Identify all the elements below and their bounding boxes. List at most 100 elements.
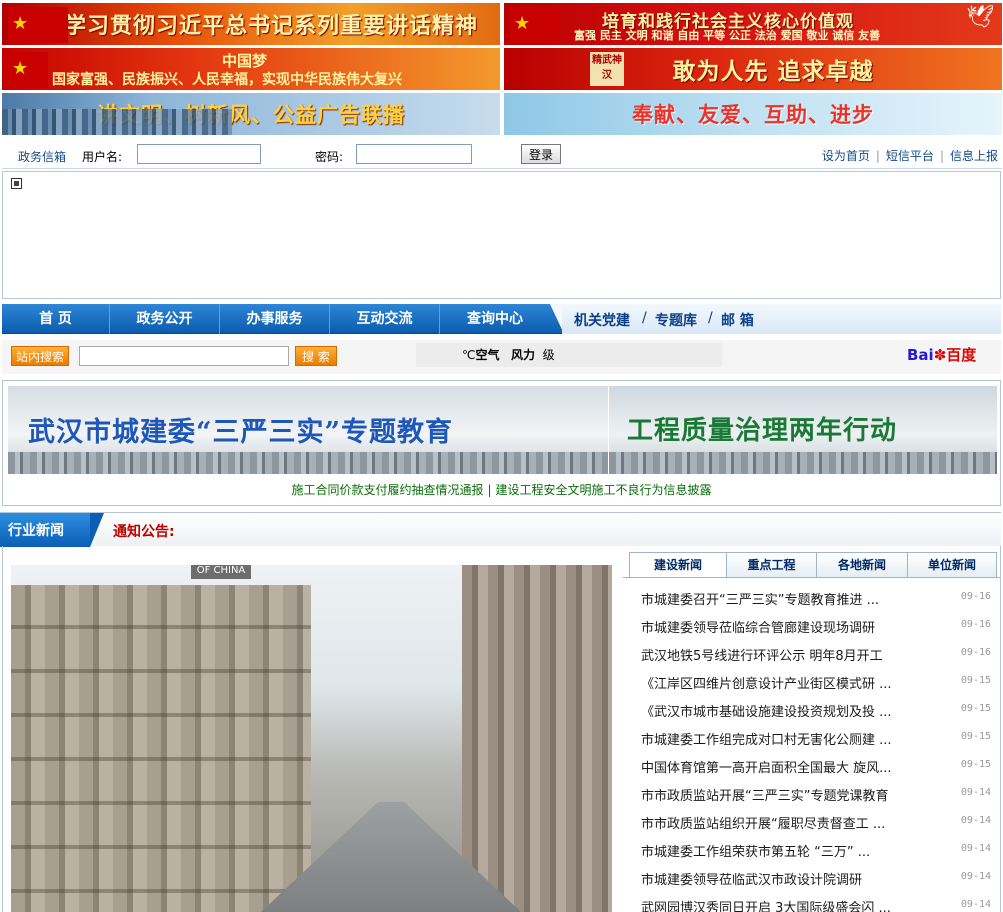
login-button[interactable]: 登录 — [521, 144, 561, 164]
nav-gov-affairs[interactable]: 政务公开 — [110, 304, 220, 334]
banner-china-dream[interactable]: ★ 中国梦 国家富强、民族振兴、人民幸福，实现中华民族伟大复兴 — [2, 48, 500, 90]
nav-mailbox[interactable]: 邮 箱 — [721, 310, 754, 330]
nav-extra: 机关党建 / 专题库 / 邮 箱 — [562, 304, 1001, 334]
list-item[interactable]: 武网园博汉秀同日开启 3大国际级盛会闪 ... 09-14 — [641, 892, 991, 912]
flag-icon: ★ — [8, 7, 68, 43]
list-item[interactable]: 市市政质监站开展“三严三实”专题党课教育 09-14 — [641, 780, 991, 808]
baidu-text: Bai — [907, 346, 934, 364]
username-input[interactable] — [137, 144, 261, 164]
tab-unit-news[interactable]: 单位新闻 — [907, 552, 997, 578]
news-title[interactable]: 中国体育馆第一高开启面积全国最大 旋风... — [641, 757, 931, 776]
feature-banner-education[interactable]: 武汉市城建委“三严三实”专题教育 — [8, 386, 608, 474]
banner-wuhan-spirit[interactable]: 精武神汉 敢为人先 追求卓越 — [504, 48, 1002, 90]
banner-civilization-ads[interactable]: 讲文明、树新风、公益广告联播 — [2, 93, 500, 135]
broken-plugin-icon — [11, 178, 22, 189]
feature-banner-quality[interactable]: 工程质量治理两年行动 — [609, 386, 997, 474]
news-photo[interactable]: OF CHINA — [11, 565, 612, 912]
industry-news-tab[interactable]: 行业新闻 — [0, 513, 104, 547]
username-label: 用户名: — [82, 150, 123, 164]
news-title[interactable]: 市城建委工作组完成对口村无害化公厕建 ... — [641, 729, 931, 748]
banner-text: 奉献、友爱、互助、进步 — [632, 102, 874, 127]
news-title[interactable]: 市市政质监站组织开展“履职尽责督查工 ... — [641, 813, 931, 832]
building-image — [11, 585, 311, 912]
safety-disclosure-link[interactable]: 建设工程安全文明施工不良行为信息披露 — [496, 483, 712, 497]
mailbox-label[interactable]: 政务信箱 — [18, 148, 66, 165]
list-item[interactable]: 市城建委工作组荣获市第五轮 “三万” ... 09-14 — [641, 836, 991, 864]
news-header: 行业新闻 通知公告: — [0, 512, 1001, 547]
news-title[interactable]: 武网园博汉秀同日开启 3大国际级盛会闪 ... — [641, 897, 931, 912]
page: ★ 学习贯彻习近平总书记系列重要讲话精神 ★ 培育和践行社会主义核心价值观 富强… — [0, 0, 1003, 912]
list-item[interactable]: 中国体育馆第一高开启面积全国最大 旋风... 09-15 — [641, 752, 991, 780]
news-title[interactable]: 武汉地铁5号线进行环评公示 明年8月开工 — [641, 645, 931, 664]
list-item[interactable]: 《武汉市城市基础设施建设投资规划及投 ... 09-15 — [641, 696, 991, 724]
nav-party-building[interactable]: 机关党建 — [574, 310, 630, 330]
contract-payment-link[interactable]: 施工合同价款支付履约抽查情况通报 — [291, 483, 483, 497]
site-search-label: 站内搜索 — [11, 346, 70, 366]
industry-news-title: 行业新闻 — [8, 523, 64, 539]
password-input[interactable] — [356, 144, 472, 164]
banner-subtitle: 富强 民主 文明 和谐 自由 平等 公正 法治 爱国 敬业 诚信 友善 — [574, 29, 881, 42]
flag-icon: ★ — [510, 7, 560, 43]
list-item[interactable]: 市城建委工作组完成对口村无害化公厕建 ... 09-15 — [641, 724, 991, 752]
nav-home[interactable]: 首 页 — [2, 304, 110, 334]
separator: | — [875, 149, 880, 163]
search-input[interactable] — [79, 346, 289, 366]
list-item[interactable]: 市城建委领导莅临综合管廊建设现场调研 09-16 — [641, 612, 991, 640]
main-nav: 首 页 政务公开 办事服务 互动交流 查询中心 机关党建 / 专题库 / 邮 箱 — [2, 304, 1001, 334]
city-skyline-image — [609, 452, 997, 474]
banner-title: 敢为人先 追求卓越 — [672, 58, 874, 85]
nav-query-center[interactable]: 查询中心 — [440, 304, 550, 334]
banner-volunteer[interactable]: 奉献、友爱、互助、进步 — [504, 93, 1002, 135]
separator: | — [487, 483, 492, 497]
news-date: 09-15 — [960, 759, 991, 770]
tab-key-projects[interactable]: 重点工程 — [726, 552, 817, 578]
dove-icon: 🕊 — [966, 5, 994, 30]
set-homepage-link[interactable]: 设为首页 — [822, 149, 870, 163]
seal-logo: 精武神汉 — [590, 52, 624, 86]
list-item[interactable]: 市城建委召开“三严三实”专题教育推进 ... 09-16 — [641, 584, 991, 612]
feature-section: 武汉市城建委“三严三实”专题教育 工程质量治理两年行动 施工合同价款支付履约抽查… — [2, 380, 1001, 506]
feature-title: 武汉市城建委“三严三实”专题教育 — [28, 417, 454, 448]
list-item[interactable]: 武汉地铁5号线进行环评公示 明年8月开工 09-16 — [641, 640, 991, 668]
tab-construction-news[interactable]: 建设新闻 — [629, 552, 727, 578]
banner-subtitle: 国家富强、民族振兴、人民幸福，实现中华民族伟大复兴 — [52, 72, 402, 88]
news-title[interactable]: 市市政质监站开展“三严三实”专题党课教育 — [641, 785, 931, 804]
weather-temp: ℃ — [462, 348, 476, 362]
baidu-text-cn: 百度 — [946, 346, 977, 364]
list-item[interactable]: 市市政质监站组织开展“履职尽责督查工 ... 09-14 — [641, 808, 991, 836]
news-title[interactable]: 市城建委领导莅临综合管廊建设现场调研 — [641, 617, 931, 636]
feature-title: 工程质量治理两年行动 — [627, 416, 898, 446]
news-date: 09-14 — [960, 843, 991, 854]
search-button[interactable]: 搜 索 — [295, 346, 337, 366]
flag-icon: ★ — [8, 52, 48, 88]
separator: / — [708, 310, 713, 326]
news-date: 09-14 — [960, 787, 991, 798]
nav-services[interactable]: 办事服务 — [220, 304, 330, 334]
skyline-image — [2, 109, 232, 135]
news-date: 09-15 — [960, 675, 991, 686]
weather-widget: ℃空气 风力 级 — [416, 343, 722, 367]
report-info-link[interactable]: 信息上报 — [950, 149, 998, 163]
news-date: 09-16 — [960, 647, 991, 658]
notice-label: 通知公告: — [113, 524, 175, 540]
news-title[interactable]: 市城建委召开“三严三实”专题教育推进 ... — [641, 589, 931, 608]
banner-text: 学习贯彻习近平总书记系列重要讲话精神 — [63, 13, 478, 39]
list-item[interactable]: 《江岸区四维片创意设计产业街区模式研 ... 09-15 — [641, 668, 991, 696]
paw-icon: ✽ — [933, 346, 947, 364]
search-bar: 站内搜索 搜 索 ℃空气 风力 级 Bai✽百度 — [2, 340, 1001, 374]
sms-platform-link[interactable]: 短信平台 — [886, 149, 934, 163]
tab-regional-news[interactable]: 各地新闻 — [816, 552, 908, 578]
baidu-logo[interactable]: Bai✽百度 — [907, 344, 976, 365]
news-title[interactable]: 《武汉市城市基础设施建设投资规划及投 ... — [641, 701, 931, 720]
news-list: 市城建委召开“三严三实”专题教育推进 ... 09-16 市城建委领导莅临综合管廊… — [641, 584, 991, 912]
banner-speech-spirit[interactable]: ★ 学习贯彻习近平总书记系列重要讲话精神 — [2, 3, 500, 45]
news-title[interactable]: 市城建委工作组荣获市第五轮 “三万” ... — [641, 841, 931, 860]
list-item[interactable]: 市城建委领导莅临武汉市政设计院调研 09-14 — [641, 864, 991, 892]
banner-core-values[interactable]: ★ 培育和践行社会主义核心价值观 富强 民主 文明 和谐 自由 平等 公正 法治… — [504, 3, 1002, 45]
nav-interaction[interactable]: 互动交流 — [330, 304, 440, 334]
news-title[interactable]: 《江岸区四维片创意设计产业街区模式研 ... — [641, 673, 931, 692]
news-date: 09-14 — [960, 815, 991, 826]
building-image — [462, 565, 612, 912]
nav-topic-library[interactable]: 专题库 — [655, 310, 697, 330]
news-title[interactable]: 市城建委领导莅临武汉市政设计院调研 — [641, 869, 931, 888]
